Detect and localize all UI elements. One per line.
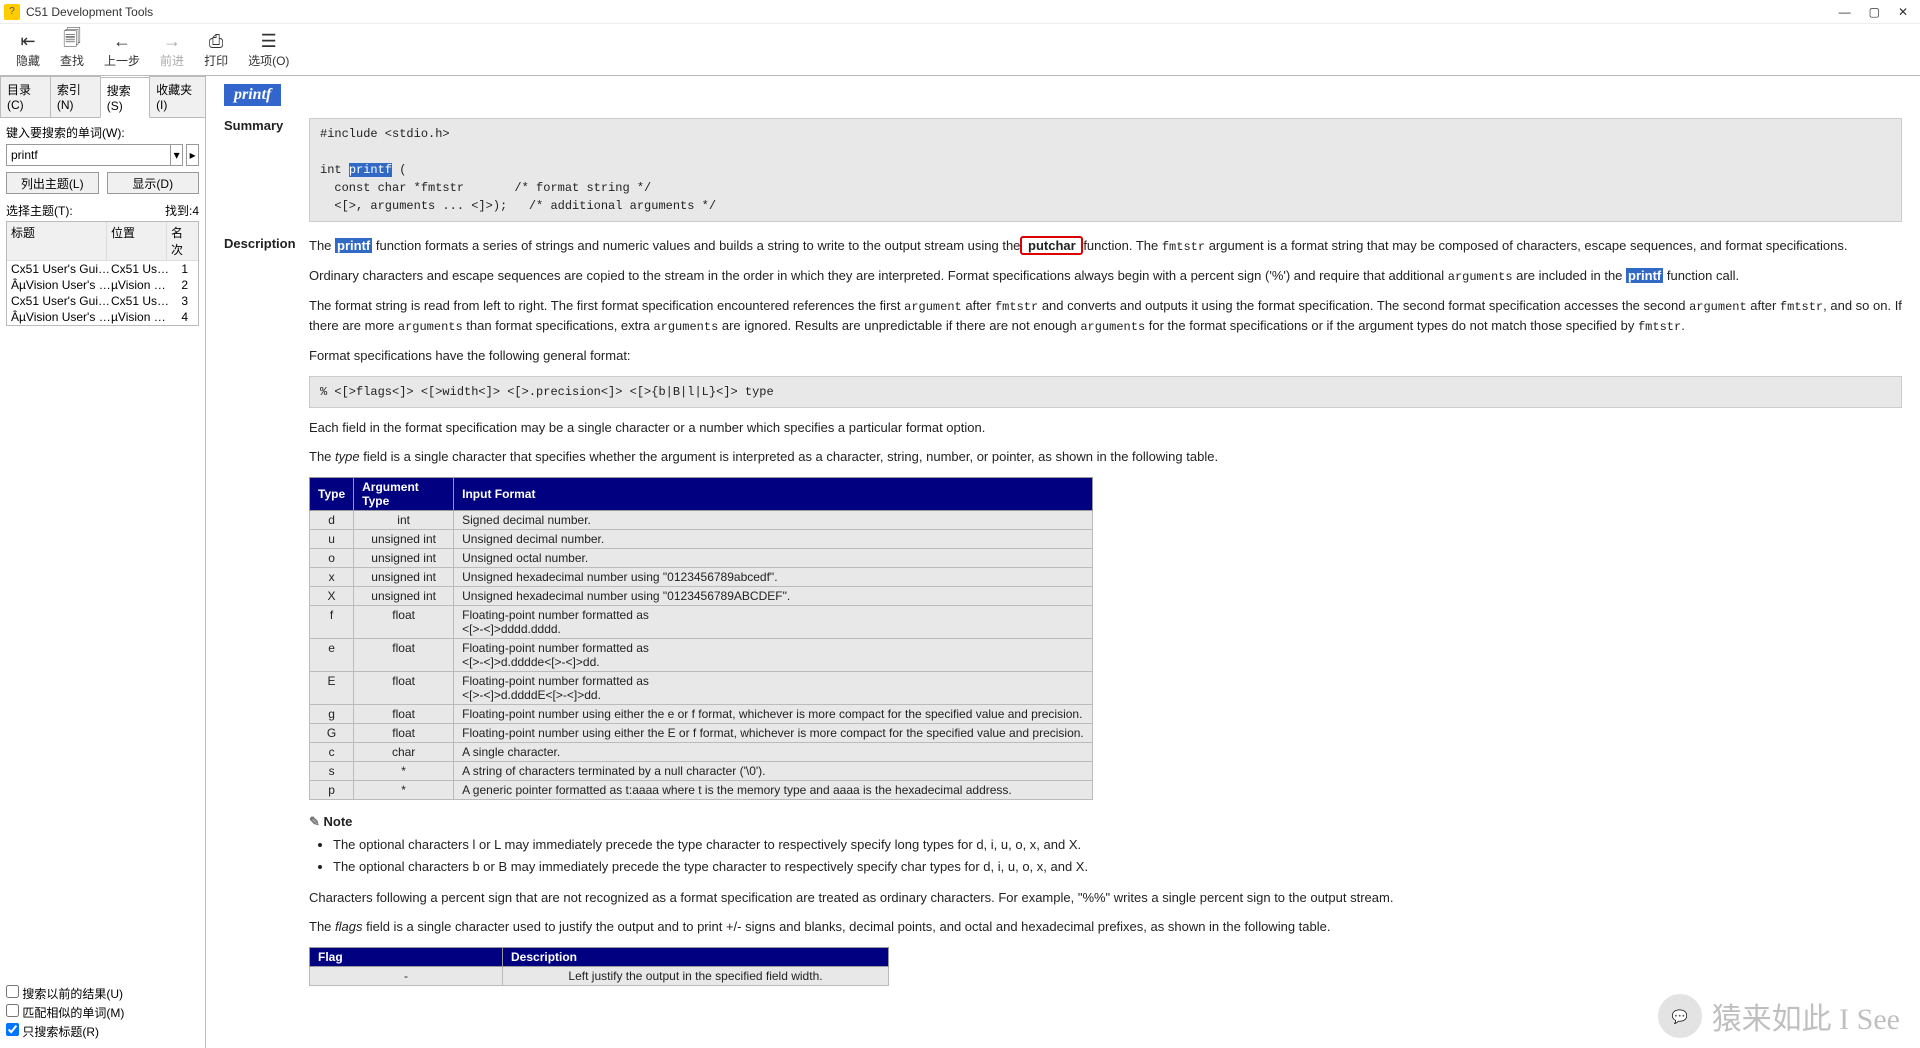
page-title: printf xyxy=(224,84,281,106)
find-button[interactable]: 🗐查找 xyxy=(50,28,94,71)
summary-label: Summary xyxy=(224,118,309,133)
search-label: 键入要搜索的单词(W): xyxy=(6,124,199,141)
forward-button[interactable]: →前进 xyxy=(150,28,194,71)
note-item: The optional characters b or B may immed… xyxy=(333,858,1902,876)
desc-p3: The format string is read from left to r… xyxy=(309,296,1902,336)
print-icon: ⎙ xyxy=(209,30,223,52)
putchar-highlight: putchar xyxy=(1020,236,1083,255)
minimize-button[interactable]: — xyxy=(1839,5,1851,19)
back-button[interactable]: ←上一步 xyxy=(94,28,150,71)
tab-favorites[interactable]: 收藏夹(I) xyxy=(149,76,206,117)
hide-icon: ⇤ xyxy=(20,30,35,52)
col-location[interactable]: 位置 xyxy=(107,222,167,260)
forward-icon: → xyxy=(163,30,181,52)
result-row[interactable]: Cx51 User's Guide:...Cx51 User's...1 xyxy=(7,261,198,277)
watermark-icon: 💬 xyxy=(1658,994,1702,1038)
select-topic-label: 选择主题(T): xyxy=(6,202,73,219)
results-list: Cx51 User's Guide:...Cx51 User's...1 ÂµV… xyxy=(7,261,198,325)
content-pane[interactable]: printf Summary #include <stdio.h> int pr… xyxy=(206,76,1920,1048)
list-topics-button[interactable]: 列出主题(L) xyxy=(6,172,99,194)
close-button[interactable]: ✕ xyxy=(1898,5,1908,19)
maximize-button[interactable]: ▢ xyxy=(1869,5,1880,19)
search-input[interactable] xyxy=(6,144,171,166)
note-item: The optional characters l or L may immed… xyxy=(333,836,1902,854)
col-title[interactable]: 标题 xyxy=(7,222,107,260)
desc-p1: The printf function formats a series of … xyxy=(309,236,1902,256)
hide-button[interactable]: ⇤隐藏 xyxy=(6,28,50,71)
back-icon: ← xyxy=(113,30,131,52)
type-table: TypeArgument TypeInput FormatdintSigned … xyxy=(309,477,1093,800)
tab-search[interactable]: 搜索(S) xyxy=(100,77,150,118)
options-button[interactable]: ☰选项(O) xyxy=(238,28,299,71)
description-label: Description xyxy=(224,236,309,251)
desc-p2: Ordinary characters and escape sequences… xyxy=(309,266,1902,286)
options-icon: ☰ xyxy=(261,30,277,52)
result-row[interactable]: ÂµVision User's G...µVision Us...2 xyxy=(7,277,198,293)
print-button[interactable]: ⎙打印 xyxy=(194,28,238,71)
desc-p4: Format specifications have the following… xyxy=(309,346,1902,366)
display-button[interactable]: 显示(D) xyxy=(107,172,200,194)
search-go-icon[interactable]: ▸ xyxy=(186,144,199,166)
summary-code: #include <stdio.h> int printf ( const ch… xyxy=(309,118,1902,222)
result-row[interactable]: Cx51 User's Guide:...Cx51 User's...3 xyxy=(7,293,198,309)
desc-p6: The type field is a single character tha… xyxy=(309,447,1902,467)
find-icon: 🗐 xyxy=(63,30,81,52)
watermark: 💬 猿来如此 I See xyxy=(1658,994,1900,1038)
opt-titles-only[interactable]: 只搜索标题(R) xyxy=(6,1023,199,1040)
found-count: 找到:4 xyxy=(165,202,199,219)
note-header: Note xyxy=(309,814,1902,830)
format-spec-code: % <[>flags<]> <[>width<]> <[>.precision<… xyxy=(309,376,1902,408)
search-dropdown-icon[interactable]: ▾ xyxy=(171,144,183,166)
tab-index[interactable]: 索引(N) xyxy=(50,76,101,117)
desc-p7: Characters following a percent sign that… xyxy=(309,888,1902,908)
opt-similar-words[interactable]: 匹配相似的单词(M) xyxy=(6,1004,199,1021)
desc-p5: Each field in the format specification m… xyxy=(309,418,1902,438)
opt-previous-results[interactable]: 搜索以前的结果(U) xyxy=(6,985,199,1002)
window-title: C51 Development Tools xyxy=(26,5,1839,19)
col-rank[interactable]: 名次 xyxy=(167,222,198,260)
desc-p8: The flags field is a single character us… xyxy=(309,917,1902,937)
tab-contents[interactable]: 目录(C) xyxy=(0,76,51,117)
result-row[interactable]: ÂµVision User's G.µVision Us...4 xyxy=(7,309,198,325)
flag-table: FlagDescription-Left justify the output … xyxy=(309,947,889,986)
app-icon: ? xyxy=(4,4,20,20)
